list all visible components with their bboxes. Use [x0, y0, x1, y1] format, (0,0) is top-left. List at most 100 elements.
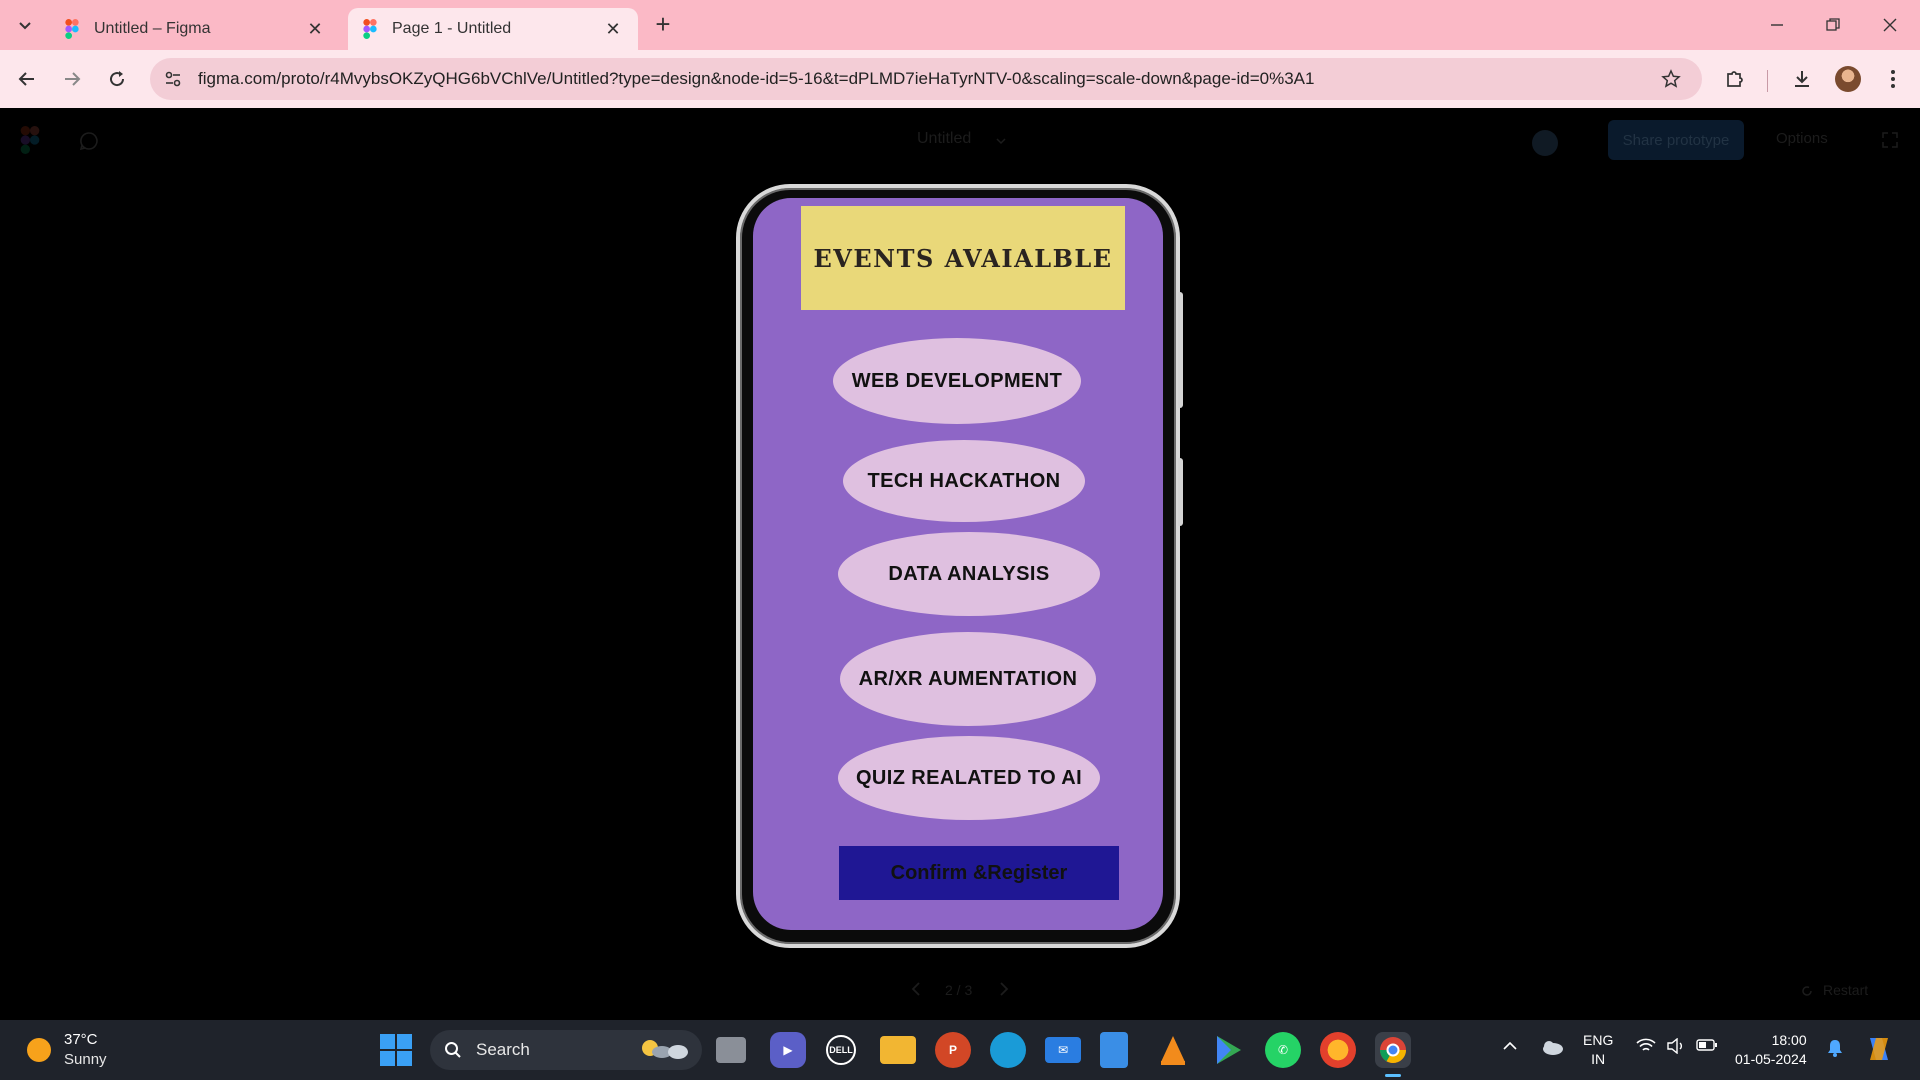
powerpoint-icon[interactable]: P: [935, 1032, 971, 1068]
battery-icon[interactable]: [1696, 1038, 1718, 1052]
notepad-icon[interactable]: [1100, 1032, 1128, 1068]
options-menu[interactable]: Options: [1776, 130, 1828, 147]
next-frame-icon[interactable]: [998, 982, 1010, 996]
event-quiz-ai[interactable]: QUIZ REALATED TO AI: [838, 736, 1100, 820]
sun-icon[interactable]: [27, 1038, 51, 1062]
viewer-avatar[interactable]: [1532, 130, 1558, 156]
task-view-icon[interactable]: [716, 1037, 746, 1063]
restart-button[interactable]: Restart: [1823, 982, 1868, 998]
chevron-up-icon: [1503, 1041, 1517, 1050]
close-tab-icon[interactable]: ✕: [602, 18, 624, 40]
event-tech-hackathon[interactable]: TECH HACKATHON: [843, 440, 1085, 522]
notifications-icon[interactable]: [1826, 1038, 1844, 1058]
tune-icon: [165, 71, 181, 87]
events-banner: EVENTS AVAIALBLE: [801, 206, 1125, 310]
tab-title: Page 1 - Untitled: [392, 20, 512, 37]
chevron-down-icon: [19, 22, 31, 30]
bookmark-button[interactable]: [1654, 62, 1688, 96]
events-banner-title: EVENTS AVAIALBLE: [813, 243, 1113, 273]
figma-logo-icon[interactable]: [20, 126, 40, 154]
browser-toolbar: figma.com/proto/r4MvybsOKZyQHG6bVChlVe/U…: [0, 50, 1920, 108]
more-vert-icon: [1891, 70, 1895, 88]
restore-icon: [1826, 18, 1840, 31]
close-tab-icon[interactable]: ✕: [304, 18, 326, 40]
vlc-icon[interactable]: [1155, 1032, 1191, 1068]
restore-button[interactable]: [1813, 10, 1853, 40]
forward-button[interactable]: [55, 62, 89, 96]
edge-icon[interactable]: [990, 1032, 1026, 1068]
chevron-down-icon[interactable]: [996, 136, 1006, 146]
taskbar: 37°C Sunny Search ▶ DELL P ✉ ✆ ENG IN 18…: [0, 1020, 1920, 1080]
teams-icon[interactable]: ▶: [770, 1032, 806, 1068]
minimize-icon: [1771, 24, 1783, 26]
arrow-right-icon: [65, 72, 81, 86]
browser-tab-page-1[interactable]: Page 1 - Untitled ✕: [348, 8, 638, 50]
chrome-icon[interactable]: [1375, 1032, 1411, 1068]
minimize-button[interactable]: [1757, 10, 1797, 40]
search-label: Search: [476, 1040, 530, 1059]
weather-description[interactable]: Sunny: [64, 1051, 107, 1068]
browser-tab-strip: Untitled – Figma ✕ Page 1 - Untitled ✕ +: [0, 0, 1920, 50]
site-info-button[interactable]: [156, 62, 190, 96]
close-icon: [1883, 18, 1897, 32]
weather-widget-icon: [642, 1040, 688, 1059]
url-text[interactable]: figma.com/proto/r4MvybsOKZyQHG6bVChlVe/U…: [198, 69, 1654, 89]
active-app-indicator: [1385, 1074, 1401, 1077]
weather-temperature[interactable]: 37°C: [64, 1031, 98, 1048]
region-code: IN: [1591, 1051, 1606, 1067]
event-data-analysis[interactable]: DATA ANALYSIS: [838, 532, 1100, 616]
event-web-development[interactable]: WEB DEVELOPMENT: [833, 338, 1081, 424]
puzzle-icon: [1727, 71, 1743, 87]
figma-icon: [65, 19, 79, 39]
mail-icon[interactable]: ✉: [1045, 1037, 1081, 1063]
event-ar-xr-aumentation[interactable]: AR/XR AUMENTATION: [840, 632, 1096, 726]
chrome-menu-button[interactable]: [1876, 62, 1910, 96]
language-indicator[interactable]: ENG IN: [1583, 1031, 1613, 1069]
toolbar-divider: [1767, 70, 1768, 92]
arrow-left-icon: [18, 72, 34, 86]
phone-side-button: [1178, 458, 1183, 526]
clock-date: 01-05-2024: [1735, 1051, 1807, 1067]
extensions-button[interactable]: [1718, 62, 1752, 96]
search-icon: [445, 1042, 461, 1058]
phone-side-button: [1178, 292, 1183, 408]
copilot-icon[interactable]: [1864, 1034, 1894, 1064]
figma-icon: [363, 19, 377, 39]
fullscreen-icon[interactable]: [1882, 132, 1898, 148]
close-window-button[interactable]: [1870, 10, 1910, 40]
volume-icon[interactable]: [1666, 1038, 1686, 1054]
language-code: ENG: [1583, 1032, 1614, 1048]
tab-search-button[interactable]: [8, 10, 42, 40]
download-icon: [1795, 71, 1809, 87]
onedrive-icon[interactable]: [1540, 1038, 1564, 1056]
firefox-icon[interactable]: [1320, 1032, 1356, 1068]
profile-avatar[interactable]: [1835, 66, 1861, 92]
tab-title: Untitled – Figma: [94, 20, 211, 37]
show-hidden-icons-button[interactable]: [1502, 1038, 1518, 1054]
star-icon: [1661, 69, 1681, 88]
downloads-button[interactable]: [1785, 62, 1819, 96]
wifi-icon[interactable]: [1636, 1038, 1656, 1054]
address-bar[interactable]: figma.com/proto/r4MvybsOKZyQHG6bVChlVe/U…: [150, 58, 1702, 100]
play-store-icon[interactable]: [1210, 1032, 1246, 1068]
whatsapp-icon[interactable]: ✆: [1265, 1032, 1301, 1068]
clock-time: 18:00: [1771, 1032, 1807, 1048]
back-button[interactable]: [10, 62, 44, 96]
share-prototype-button[interactable]: Share prototype: [1608, 120, 1744, 160]
reload-icon: [110, 71, 125, 87]
page-indicator: 2 / 3: [945, 982, 973, 998]
confirm-register-button[interactable]: Confirm &Register: [839, 846, 1119, 900]
file-explorer-icon[interactable]: [880, 1036, 916, 1064]
new-tab-button[interactable]: +: [650, 11, 676, 38]
taskbar-search[interactable]: Search: [430, 1030, 702, 1070]
start-button[interactable]: [380, 1034, 412, 1066]
clock[interactable]: 18:00 01-05-2024: [1735, 1031, 1807, 1069]
restart-icon[interactable]: [1800, 984, 1814, 998]
dell-icon[interactable]: DELL: [826, 1035, 856, 1065]
file-title[interactable]: Untitled: [917, 130, 971, 148]
reload-button[interactable]: [100, 62, 134, 96]
comment-icon[interactable]: [78, 130, 100, 152]
browser-tab-figma[interactable]: Untitled – Figma ✕: [50, 8, 340, 50]
prototype-screen: EVENTS AVAIALBLE WEB DEVELOPMENT TECH HA…: [753, 198, 1163, 930]
previous-frame-icon[interactable]: [910, 982, 922, 996]
